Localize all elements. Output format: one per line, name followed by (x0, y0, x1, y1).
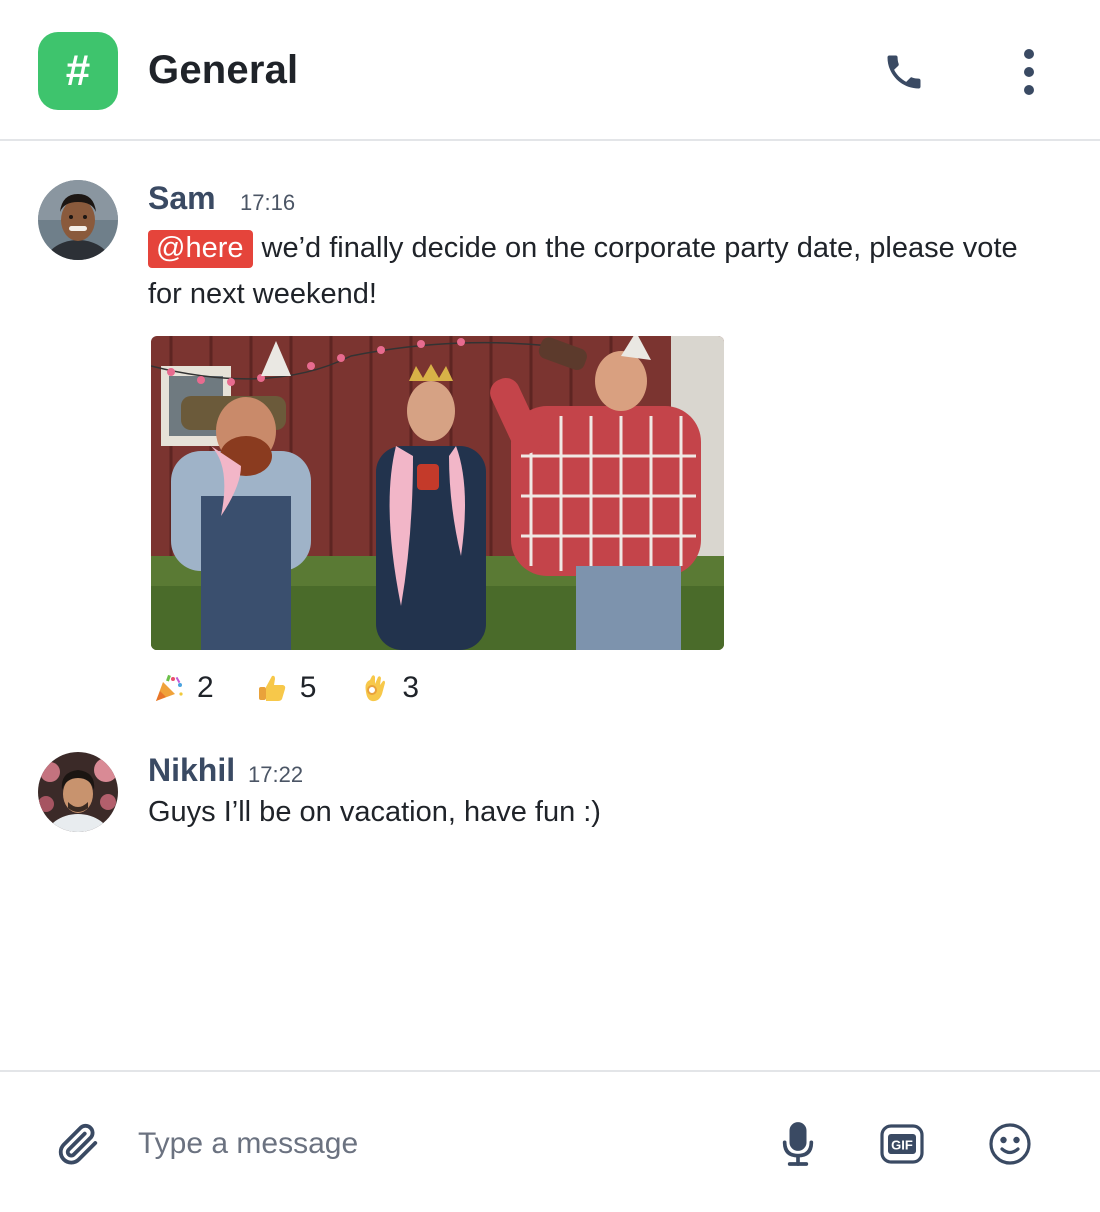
message-timestamp: 17:16 (240, 190, 296, 215)
voice-message-button[interactable] (772, 1118, 824, 1170)
emoji-picker-button[interactable] (984, 1118, 1036, 1170)
message-input[interactable] (138, 1118, 738, 1170)
more-vertical-icon (1024, 49, 1034, 95)
call-button[interactable] (880, 48, 928, 96)
more-options-button[interactable] (1005, 48, 1053, 96)
author-name[interactable]: Sam (148, 180, 216, 217)
party-popper-icon (156, 674, 183, 701)
paperclip-icon (58, 1123, 98, 1165)
message-text: Guys I’ll be on vacation, have fun :) (148, 796, 601, 828)
smiley-icon (989, 1123, 1031, 1165)
message-gif[interactable] (151, 336, 724, 650)
microphone-icon (782, 1122, 814, 1166)
channel-hash-avatar: # (38, 32, 118, 110)
thumbs-up-icon (258, 675, 285, 701)
attach-button[interactable] (52, 1118, 104, 1170)
message-composer: GIF (0, 1070, 1100, 1212)
avatar-nikhil[interactable] (38, 752, 118, 832)
reaction-party-popper[interactable]: 2 (153, 668, 214, 708)
message-timestamp: 17:22 (248, 762, 304, 787)
hash-symbol: # (65, 46, 91, 95)
reaction-count: 3 (402, 671, 420, 704)
message-body: we’d finally decide on the corporate par… (148, 232, 1018, 310)
channel-title: General (148, 48, 299, 92)
ok-hand-icon (365, 675, 386, 702)
reaction-count: 5 (299, 671, 317, 704)
gif-icon: GIF (880, 1124, 924, 1164)
author-name[interactable]: Nikhil (148, 752, 235, 789)
channel-header: # General (0, 0, 1100, 141)
reaction-count: 2 (197, 671, 214, 704)
phone-icon (887, 55, 921, 89)
reactions-bar: 2 5 3 (153, 668, 461, 708)
gif-button[interactable]: GIF (876, 1118, 928, 1170)
reaction-thumbs-up[interactable]: 5 (256, 668, 317, 708)
message-text: @here we’d finally decide on the corpora… (148, 225, 1048, 317)
avatar-sam[interactable] (38, 180, 118, 260)
here-mention[interactable]: @here (148, 230, 254, 268)
svg-text:GIF: GIF (891, 1138, 913, 1153)
reaction-ok-hand[interactable]: 3 (358, 668, 419, 708)
